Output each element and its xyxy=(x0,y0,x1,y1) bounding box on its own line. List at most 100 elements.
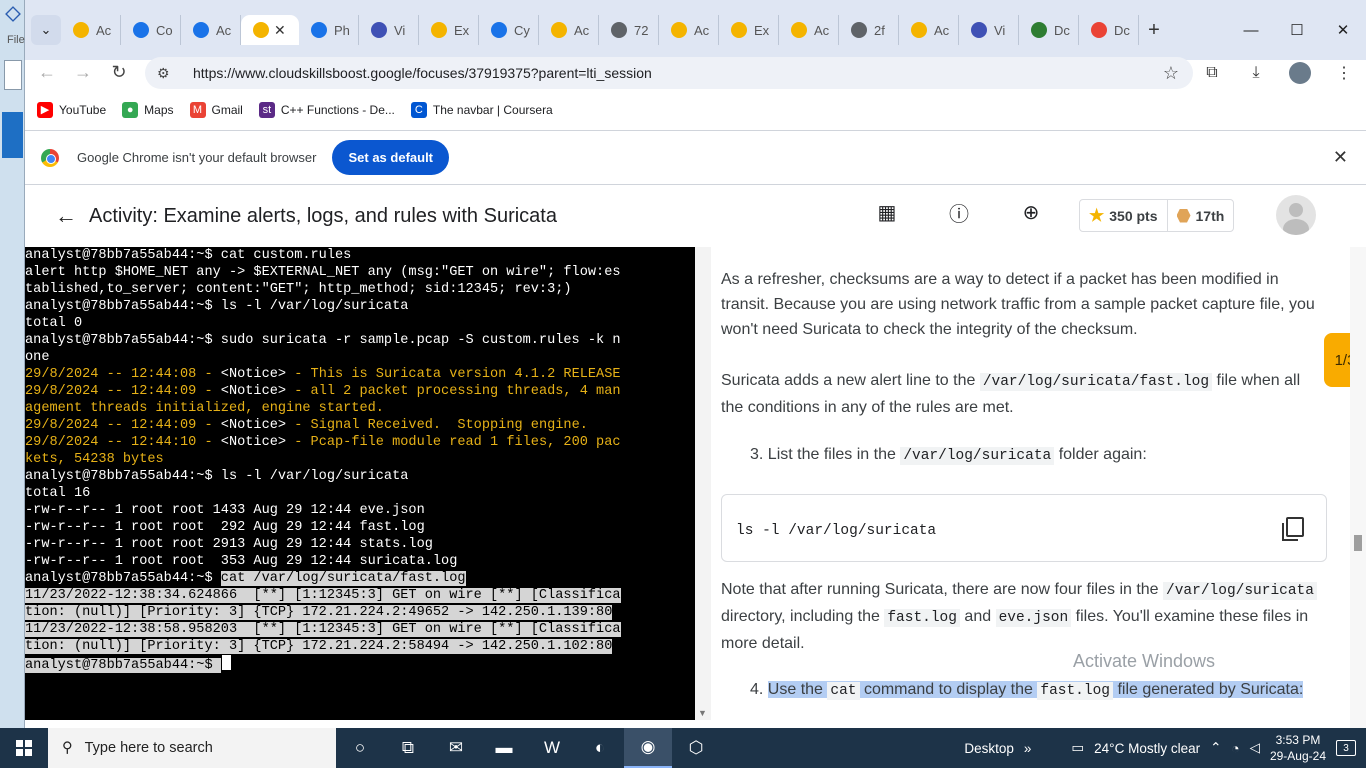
tab-favicon-icon xyxy=(731,22,747,38)
url-text[interactable]: https://www.cloudskillsboost.google/focu… xyxy=(193,65,652,81)
rank-hexagon-icon xyxy=(1176,208,1191,223)
notification-icon[interactable]: 3 xyxy=(1336,740,1356,756)
cortana-icon[interactable]: ○ xyxy=(336,728,384,768)
tab-favicon-icon xyxy=(1031,22,1047,38)
desktop-toolbar-label[interactable]: Desktop xyxy=(964,741,1014,756)
weather-icon[interactable]: ▭ xyxy=(1071,740,1084,756)
bookmark-0[interactable]: ▶ YouTube xyxy=(37,102,106,118)
tab-favicon-icon xyxy=(253,22,269,38)
chrome-taskbar-icon[interactable]: ◉ xyxy=(624,728,672,768)
terminal-line: 11/23/2022-12:38:34.624866 [**] [1:12345… xyxy=(25,587,695,604)
paragraph-alert-line: Suricata adds a new alert line to the /v… xyxy=(721,372,1301,416)
address-bar[interactable]: ⚙ https://www.cloudskillsboost.google/fo… xyxy=(145,57,1193,89)
tab-2[interactable]: Ac xyxy=(181,15,241,45)
menu-icon[interactable]: ⋮ xyxy=(1322,63,1366,83)
toolbar-right: ⧉ ⤓ ⋮ xyxy=(1190,57,1366,89)
virtualbox-icon[interactable]: ⬡ xyxy=(672,728,720,768)
tab-1[interactable]: Co xyxy=(121,15,181,45)
edge-icon[interactable]: ◐ xyxy=(576,728,624,768)
scrollbar-thumb[interactable] xyxy=(1354,535,1362,551)
wps-office-icon[interactable]: W xyxy=(528,728,576,768)
tab-17[interactable]: Dc xyxy=(1079,15,1139,45)
tab-16[interactable]: Dc xyxy=(1019,15,1079,45)
alert-output: tion: (null)] [Priority: 3] {TCP} 172.21… xyxy=(25,605,613,620)
bookmark-4[interactable]: C The navbar | Coursera xyxy=(410,102,553,118)
dashboard-icon[interactable]: ▦ xyxy=(875,200,899,224)
tab-14[interactable]: Ac xyxy=(899,15,959,45)
tab-6[interactable]: Ex xyxy=(419,15,479,45)
tab-7[interactable]: Cy xyxy=(479,15,539,45)
download-icon[interactable]: ⤓ xyxy=(1234,64,1278,82)
tab-15[interactable]: Vi xyxy=(959,15,1019,45)
tab-3[interactable]: ✕ xyxy=(241,15,299,45)
tab-close-icon[interactable]: ✕ xyxy=(274,22,286,39)
terminal-line: -rw-r--r-- 1 root root 353 Aug 29 12:44 … xyxy=(25,554,458,569)
bookmark-star-icon[interactable]: ☆ xyxy=(1163,63,1179,84)
close-window-icon[interactable]: ✕ xyxy=(1320,0,1366,60)
weather-text[interactable]: 24°C Mostly clear xyxy=(1094,741,1200,756)
site-info-icon[interactable]: ⚙ xyxy=(157,65,179,82)
tab-13[interactable]: 2f xyxy=(839,15,899,45)
network-icon[interactable]: ◔ xyxy=(1231,741,1239,756)
file-icon[interactable] xyxy=(4,60,22,90)
terminal-panel[interactable]: analyst@78bb7a55ab44:~$ cat custom.rules… xyxy=(25,247,695,720)
log-message: - Pcap-file module read 1 files, 200 pac xyxy=(286,435,621,450)
clock[interactable]: 3:53 PM 29-Aug-24 xyxy=(1270,732,1326,764)
tab-label: Dc xyxy=(1054,22,1070,38)
globe-icon[interactable]: ⊕ xyxy=(1019,200,1043,224)
reload-icon[interactable]: ↻ xyxy=(101,57,137,87)
minimize-icon[interactable]: — xyxy=(1228,0,1274,60)
tab-8[interactable]: Ac xyxy=(539,15,599,45)
back-arrow-icon[interactable]: ← xyxy=(55,203,79,229)
star-icon: ★ xyxy=(1089,205,1105,225)
log-message: - This is Suricata version 4.1.2 RELEASE xyxy=(286,367,621,382)
tab-search-button[interactable]: ⌄ xyxy=(31,15,61,45)
file-explorer-icon[interactable]: ▬ xyxy=(480,728,528,768)
taskbar-search[interactable]: ⚲ Type here to search xyxy=(48,728,336,768)
system-tray: Desktop » ▭ 24°C Mostly clear ⌃ ◔ ◁ 3:53… xyxy=(964,728,1366,768)
copy-icon[interactable] xyxy=(1282,517,1304,541)
terminal-scrollbar[interactable]: ▼ xyxy=(695,247,711,720)
activate-windows-watermark: Activate Windows xyxy=(1073,651,1216,671)
tab-label: Ac xyxy=(814,22,830,38)
tab-label: Ac xyxy=(694,22,710,38)
header-icons: ▦ ⓘ ⊕ xyxy=(875,200,1043,226)
code-block[interactable]: ls -l /var/log/suricata xyxy=(721,494,1327,562)
scroll-down-icon[interactable]: ▼ xyxy=(698,708,707,718)
help-icon[interactable]: ⓘ xyxy=(947,200,971,226)
bookmark-2[interactable]: M Gmail xyxy=(189,102,243,118)
points-badge[interactable]: ★ 350 pts 17th xyxy=(1079,199,1235,232)
tab-10[interactable]: Ac xyxy=(659,15,719,45)
start-button[interactable] xyxy=(0,728,48,768)
chrome-logo-icon xyxy=(41,148,59,167)
app-icon[interactable] xyxy=(5,6,21,22)
new-tab-icon[interactable]: + xyxy=(1139,19,1169,42)
chevron-icon[interactable]: » xyxy=(1024,741,1032,756)
tab-0[interactable]: Ac xyxy=(61,15,121,45)
set-default-button[interactable]: Set as default xyxy=(332,140,450,175)
mail-icon[interactable]: ✉ xyxy=(432,728,480,768)
tab-12[interactable]: Ac xyxy=(779,15,839,45)
tab-5[interactable]: Vi xyxy=(359,15,419,45)
bookmark-1[interactable]: ● Maps xyxy=(122,102,174,118)
terminal-line: -rw-r--r-- 1 root root 292 Aug 29 12:44 … xyxy=(25,520,425,535)
page-scrollbar[interactable] xyxy=(1350,247,1366,728)
forward-icon[interactable]: → xyxy=(65,57,101,87)
back-icon[interactable]: ← xyxy=(29,57,65,87)
extensions-icon[interactable]: ⧉ xyxy=(1190,64,1234,82)
volume-icon[interactable]: ◁ xyxy=(1250,740,1260,756)
paragraph-checksums: As a refresher, checksums are a way to d… xyxy=(721,271,1315,338)
tab-favicon-icon xyxy=(971,22,987,38)
tab-9[interactable]: 72 xyxy=(599,15,659,45)
tray-expand-icon[interactable]: ⌃ xyxy=(1210,740,1221,756)
task-view-icon[interactable]: ⧉ xyxy=(384,728,432,768)
tab-label: Ac xyxy=(574,22,590,38)
close-icon[interactable]: ✕ xyxy=(1333,147,1348,168)
tab-4[interactable]: Ph xyxy=(299,15,359,45)
user-avatar[interactable] xyxy=(1276,195,1316,235)
maximize-icon[interactable]: ☐ xyxy=(1274,0,1320,60)
folder-icon[interactable] xyxy=(2,112,23,158)
bookmark-3[interactable]: st C++ Functions - De... xyxy=(258,102,395,118)
tab-11[interactable]: Ex xyxy=(719,15,779,45)
profile-avatar[interactable] xyxy=(1289,62,1311,84)
